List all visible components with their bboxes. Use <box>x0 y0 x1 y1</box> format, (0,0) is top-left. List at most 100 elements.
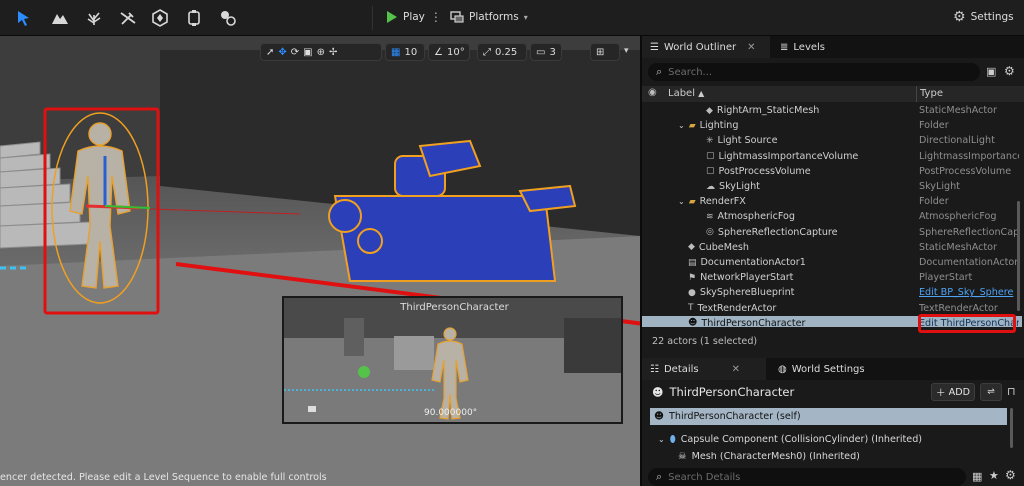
details-settings-gear-icon[interactable]: ⚙ <box>1005 468 1016 482</box>
outliner-row[interactable]: ⌄ ▰ Lighting Folder <box>642 118 1022 133</box>
fracture-mode-icon[interactable] <box>150 8 170 28</box>
outliner-row-label: SphereReflectionCapture <box>717 226 838 238</box>
search-icon: ⌕ <box>656 65 663 78</box>
scale-snap-button[interactable]: ⤢ 0.25 <box>477 43 527 61</box>
camera-preview-render <box>284 298 621 422</box>
play-label: Play <box>403 11 425 23</box>
viewport-options-chevron-icon[interactable]: ▾ <box>624 46 629 56</box>
translate-icon[interactable]: ✥ <box>278 47 286 58</box>
component-mesh-label: Mesh (CharacterMesh0) (Inherited) <box>691 452 860 461</box>
blueprint-convert-icon[interactable]: ⇌ <box>980 383 1002 401</box>
text-icon: T <box>688 303 694 314</box>
scale-snap-icon: ⤢ <box>483 46 491 58</box>
type-column-header[interactable]: Type <box>920 88 943 99</box>
outliner-row[interactable]: ◎ SphereReflectionCapture SphereReflection… <box>642 225 1022 240</box>
favorite-star-icon[interactable]: ★ <box>989 469 999 482</box>
outliner-row-type: Folder <box>919 196 949 208</box>
select-cursor-icon[interactable]: ➚ <box>266 47 274 58</box>
outliner-row[interactable]: ◆ CubeMesh StaticMeshActor <box>642 240 1022 255</box>
scale-icon[interactable]: ▣ <box>303 47 312 58</box>
visibility-eye-icon[interactable]: ◉ <box>648 87 657 98</box>
outliner-row[interactable]: ▤ DocumentationActor1 DocumentationActor <box>642 255 1022 270</box>
outliner-icon: ☰ <box>650 41 659 53</box>
coordinate-space-icon[interactable]: ⊕ <box>317 47 325 58</box>
outliner-row[interactable]: ▢ LightmassImportanceVolume LightmassImpor… <box>642 149 1022 164</box>
outliner-column-header: ◉ Label ▲ Type <box>642 86 1024 102</box>
volume-icon: ▢ <box>706 166 715 177</box>
tab-world-outliner[interactable]: ☰ World Outliner ✕ <box>642 36 770 58</box>
outliner-row-type[interactable]: Edit BP_Sky_Sphere <box>919 287 1019 298</box>
sort-asc-icon: ▲ <box>698 89 705 98</box>
level-viewport[interactable]: ➚ ✥ ⟳ ▣ ⊕ ✢ ▦ 10 ∠ 10° ⤢ 0.25 ▭ 3 ⊞ ▾ Th… <box>0 36 640 486</box>
outliner-row-label: RightArm_StaticMesh <box>716 105 820 116</box>
close-icon[interactable]: ✕ <box>747 42 755 53</box>
details-close-icon[interactable]: ✕ <box>732 364 740 375</box>
tab-levels[interactable]: ≣ Levels <box>772 36 833 58</box>
outliner-row[interactable]: ⌄ ▰ RenderFX Folder <box>642 194 1022 209</box>
settings-button[interactable]: ⚙ Settings <box>953 10 1014 24</box>
scale-snap-value: 0.25 <box>495 46 518 58</box>
component-capsule-label: Capsule Component (CollisionCylinder) (I… <box>680 434 923 445</box>
rotate-icon[interactable]: ⟳ <box>291 47 299 58</box>
add-component-button[interactable]: ＋ ADD <box>931 383 975 401</box>
landscape-mode-icon[interactable] <box>50 8 70 28</box>
outliner-row-type: DocumentationActor <box>919 257 1019 268</box>
column-divider <box>916 86 917 102</box>
fog-icon: ≋ <box>706 211 714 222</box>
viewport-layout-button[interactable]: ⊞ <box>590 43 620 61</box>
surface-snap-icon[interactable]: ✢ <box>329 47 337 58</box>
outliner-settings-gear-icon[interactable]: ⚙ <box>1004 64 1015 78</box>
foliage-mode-icon[interactable] <box>84 8 104 28</box>
label-column-header[interactable]: Label ▲ <box>668 88 704 99</box>
outliner-row[interactable]: ≋ AtmosphericFog AtmosphericFog <box>642 209 1022 224</box>
tab-details-label: Details <box>663 363 699 375</box>
property-matrix-icon[interactable]: ▦ <box>972 470 982 483</box>
lock-icon[interactable]: ⊓ <box>1007 385 1016 398</box>
outliner-row[interactable]: ▢ PostProcessVolume PostProcessVolume <box>642 164 1022 179</box>
rotation-snap-button[interactable]: ∠ 10° <box>428 43 470 61</box>
capsule-icon: ⬮ <box>669 434 676 445</box>
play-button[interactable]: Play ⋮ <box>386 10 442 24</box>
mesh-icon: ◆ <box>688 242 695 253</box>
details-search-input[interactable]: ⌕ Search Details <box>648 468 966 486</box>
mesh-paint-icon[interactable] <box>118 8 138 28</box>
details-search-placeholder: Search Details <box>668 471 741 483</box>
platforms-label: Platforms <box>469 11 519 23</box>
brush-editing-icon[interactable] <box>184 8 204 28</box>
levels-icon: ≣ <box>780 41 789 53</box>
doc-icon: ▤ <box>688 257 697 268</box>
grid-snap-button[interactable]: ▦ 10 <box>385 43 425 61</box>
playerstart-icon: ⚑ <box>688 272 697 283</box>
animation-mode-icon[interactable] <box>218 8 238 28</box>
actor-count-label: 22 actors (1 selected) <box>652 336 758 347</box>
chevron-down-icon[interactable]: ⌄ <box>678 121 685 130</box>
component-row-self[interactable]: ☻ ThirdPersonCharacter (self) <box>650 408 1007 425</box>
tab-details[interactable]: ☷ Details ✕ <box>642 358 766 380</box>
layout-icon: ⊞ <box>596 46 605 58</box>
outliner-search-input[interactable]: ⌕ Search... <box>648 63 980 81</box>
outliner-row[interactable]: ☁ SkyLight SkyLight <box>642 179 1022 194</box>
reflection-icon: ◎ <box>706 227 714 238</box>
outliner-row-label: TextRenderActor <box>697 302 777 314</box>
camera-speed-button[interactable]: ▭ 3 <box>530 43 562 61</box>
component-row-mesh[interactable]: ☠ Mesh (CharacterMesh0) (Inherited) <box>678 452 860 461</box>
select-mode-icon[interactable] <box>14 8 34 28</box>
tab-world-settings-label: World Settings <box>791 363 865 375</box>
component-row-capsule[interactable]: ⌄ ⬮ Capsule Component (CollisionCylinder… <box>658 434 922 445</box>
tab-world-settings[interactable]: ◍ World Settings <box>770 358 873 380</box>
pawn-small-icon: ☻ <box>654 411 665 422</box>
outliner-row[interactable]: ● SkySphereBlueprint Edit BP_Sky_Sphere <box>642 285 1022 300</box>
outliner-row[interactable]: ✳ Light Source DirectionalLight <box>642 133 1022 148</box>
outliner-row[interactable]: ◆ RightArm_StaticMesh StaticMeshActor <box>642 103 1022 118</box>
tab-levels-label: Levels <box>793 41 825 53</box>
camera-speed-value: 3 <box>549 46 556 58</box>
details-scrollbar[interactable] <box>1010 408 1013 448</box>
add-folder-icon[interactable]: ▣ <box>986 65 996 78</box>
platforms-button[interactable]: Platforms ▾ <box>450 10 528 24</box>
chevron-down-icon[interactable]: ⌄ <box>678 197 685 206</box>
outliner-row[interactable]: ⚑ NetworkPlayerStart PlayerStart <box>642 270 1022 285</box>
outliner-scrollbar[interactable] <box>1017 201 1020 311</box>
play-options-icon[interactable]: ⋮ <box>430 11 442 23</box>
tab-world-outliner-label: World Outliner <box>663 41 737 53</box>
outliner-row-type: DirectionalLight <box>919 135 995 147</box>
